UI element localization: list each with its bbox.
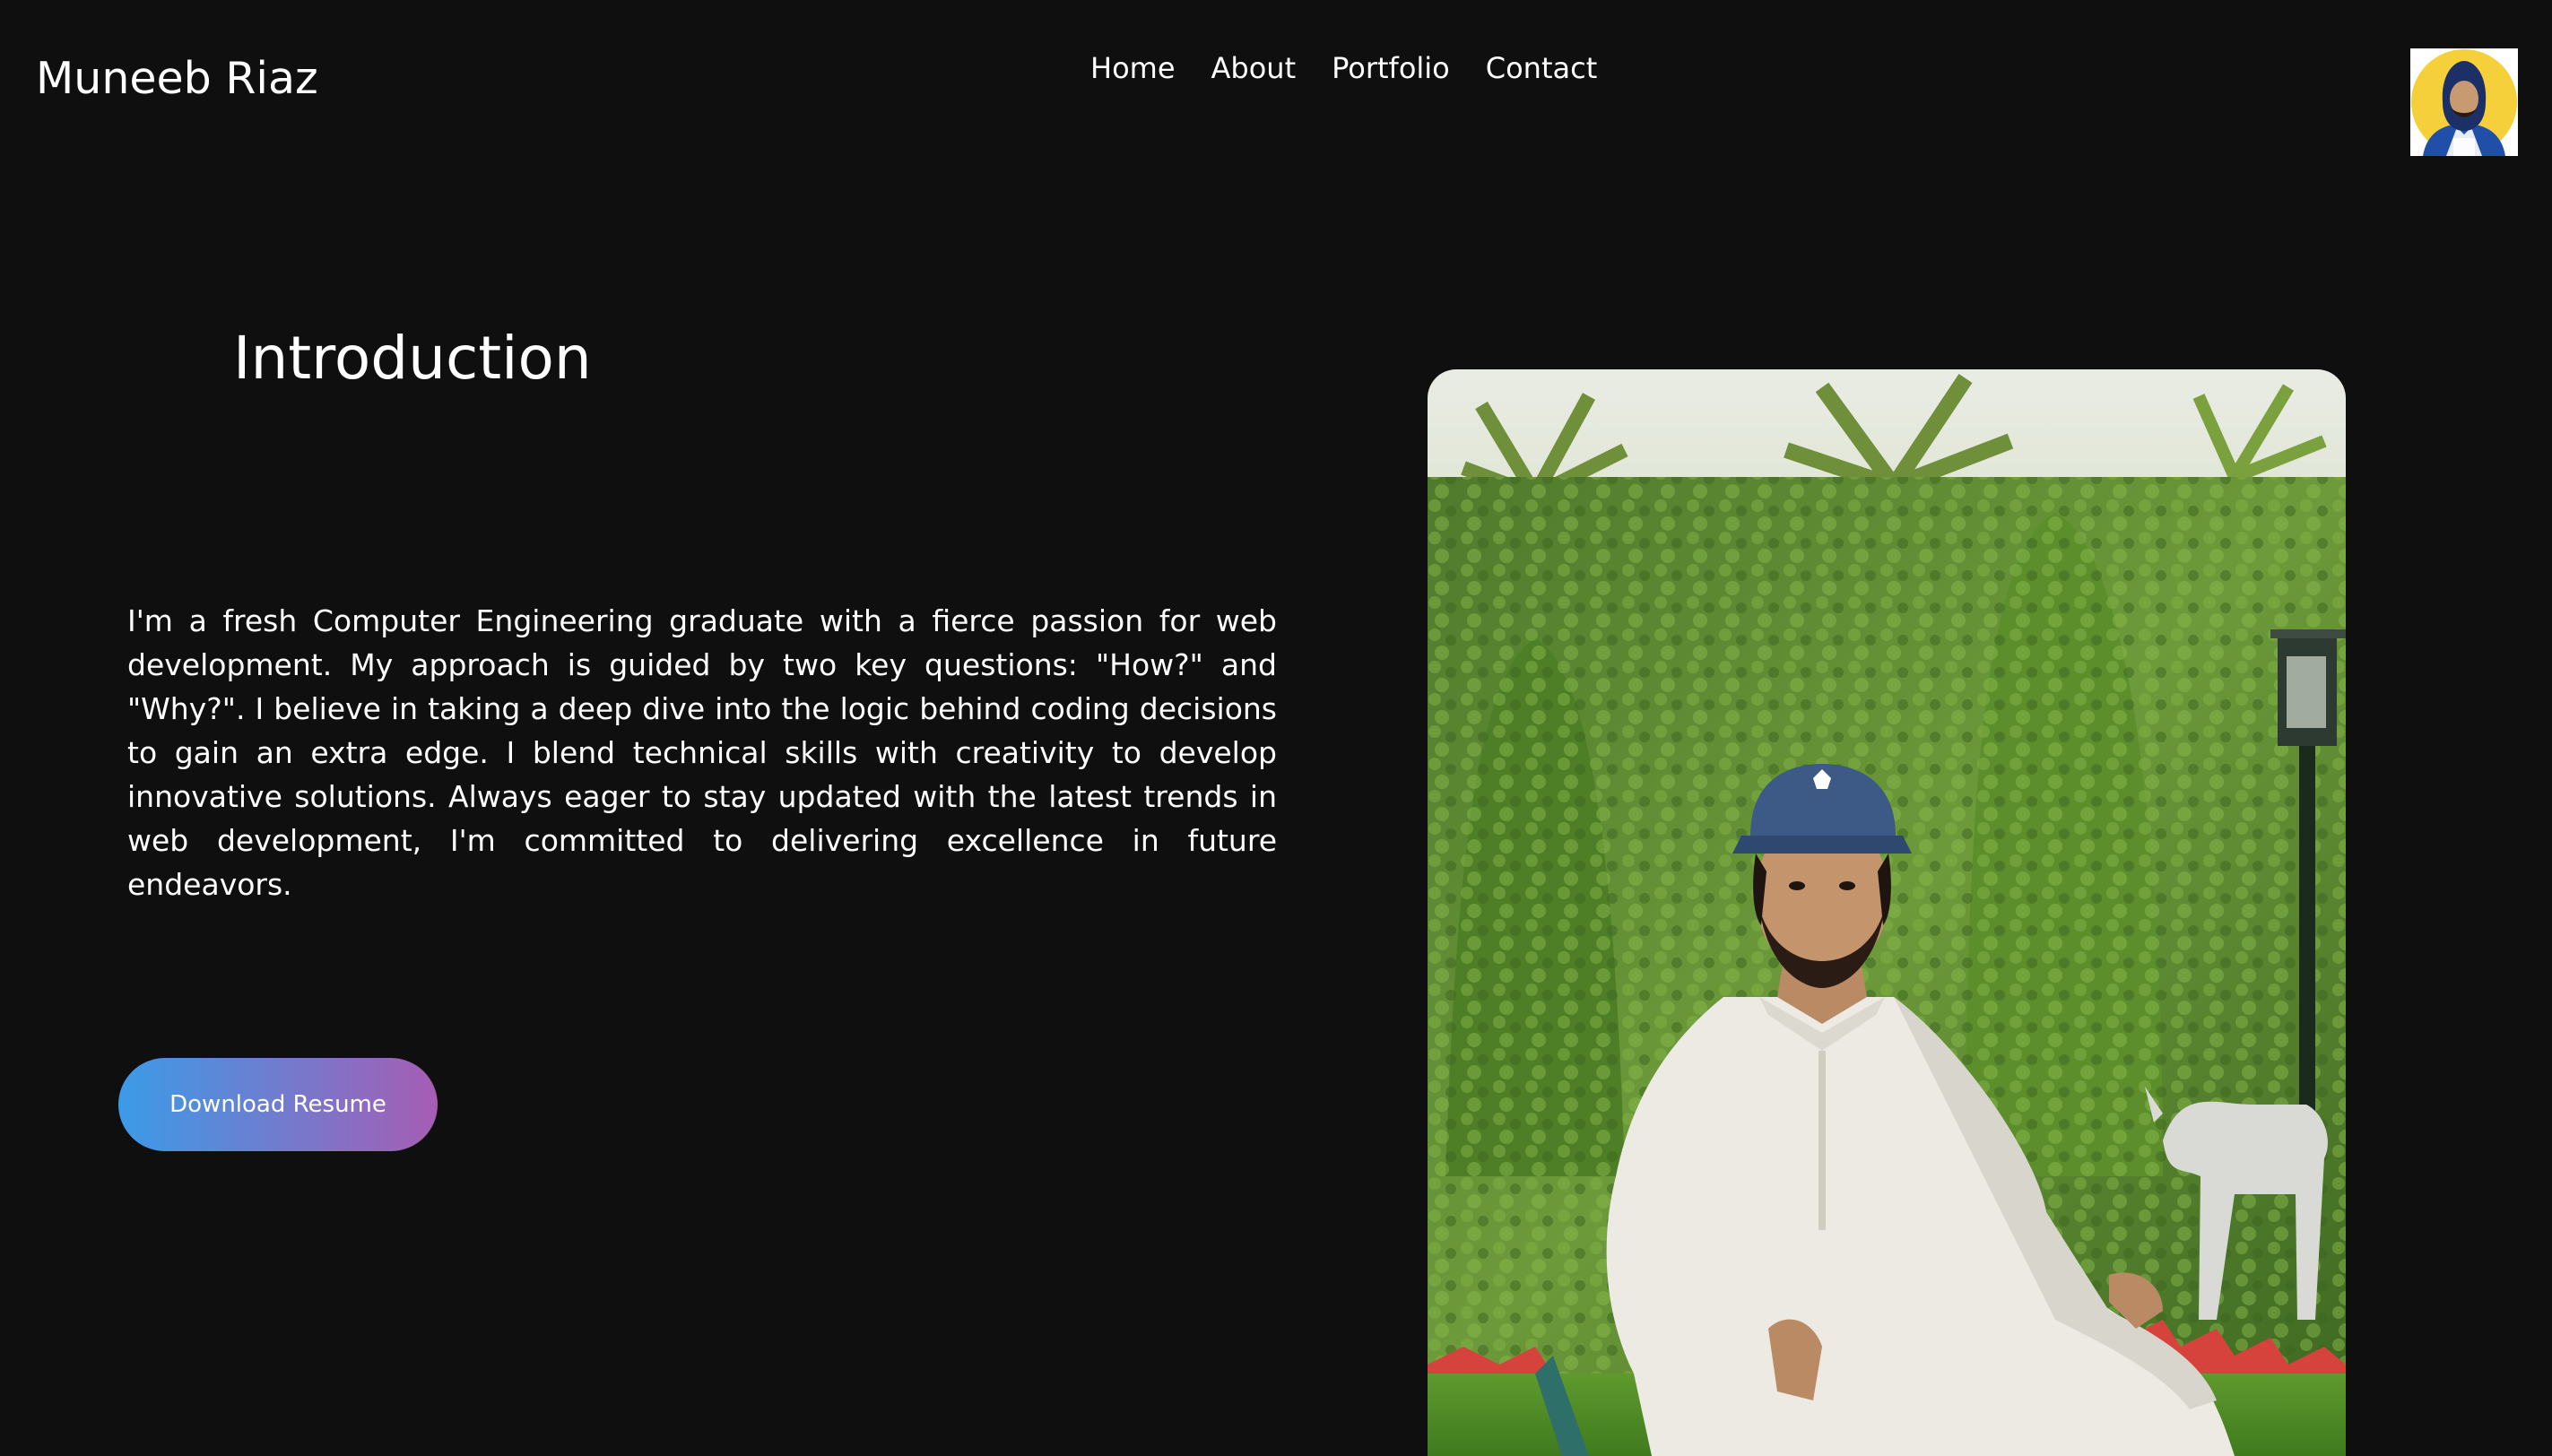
avatar-image: [2410, 48, 2518, 156]
main-nav: Home About Portfolio Contact: [1090, 47, 1597, 90]
brand-name[interactable]: Muneeb Riaz: [36, 47, 318, 111]
page: Muneeb Riaz Home About Portfolio Contact…: [0, 0, 2552, 1456]
nav-contact[interactable]: Contact: [1486, 47, 1598, 90]
nav-about[interactable]: About: [1211, 47, 1297, 90]
profile-avatar[interactable]: [2410, 48, 2518, 156]
nav-portfolio[interactable]: Portfolio: [1332, 47, 1450, 90]
intro-paragraph: I'm a fresh Computer Engineering graduat…: [127, 603, 1277, 902]
intro-title: Introduction: [233, 324, 592, 393]
nav-home[interactable]: Home: [1090, 47, 1176, 90]
profile-photo: [1428, 369, 2346, 1456]
download-resume-button[interactable]: Download Resume: [118, 1058, 438, 1151]
garden-portrait-image: [1428, 369, 2346, 1456]
